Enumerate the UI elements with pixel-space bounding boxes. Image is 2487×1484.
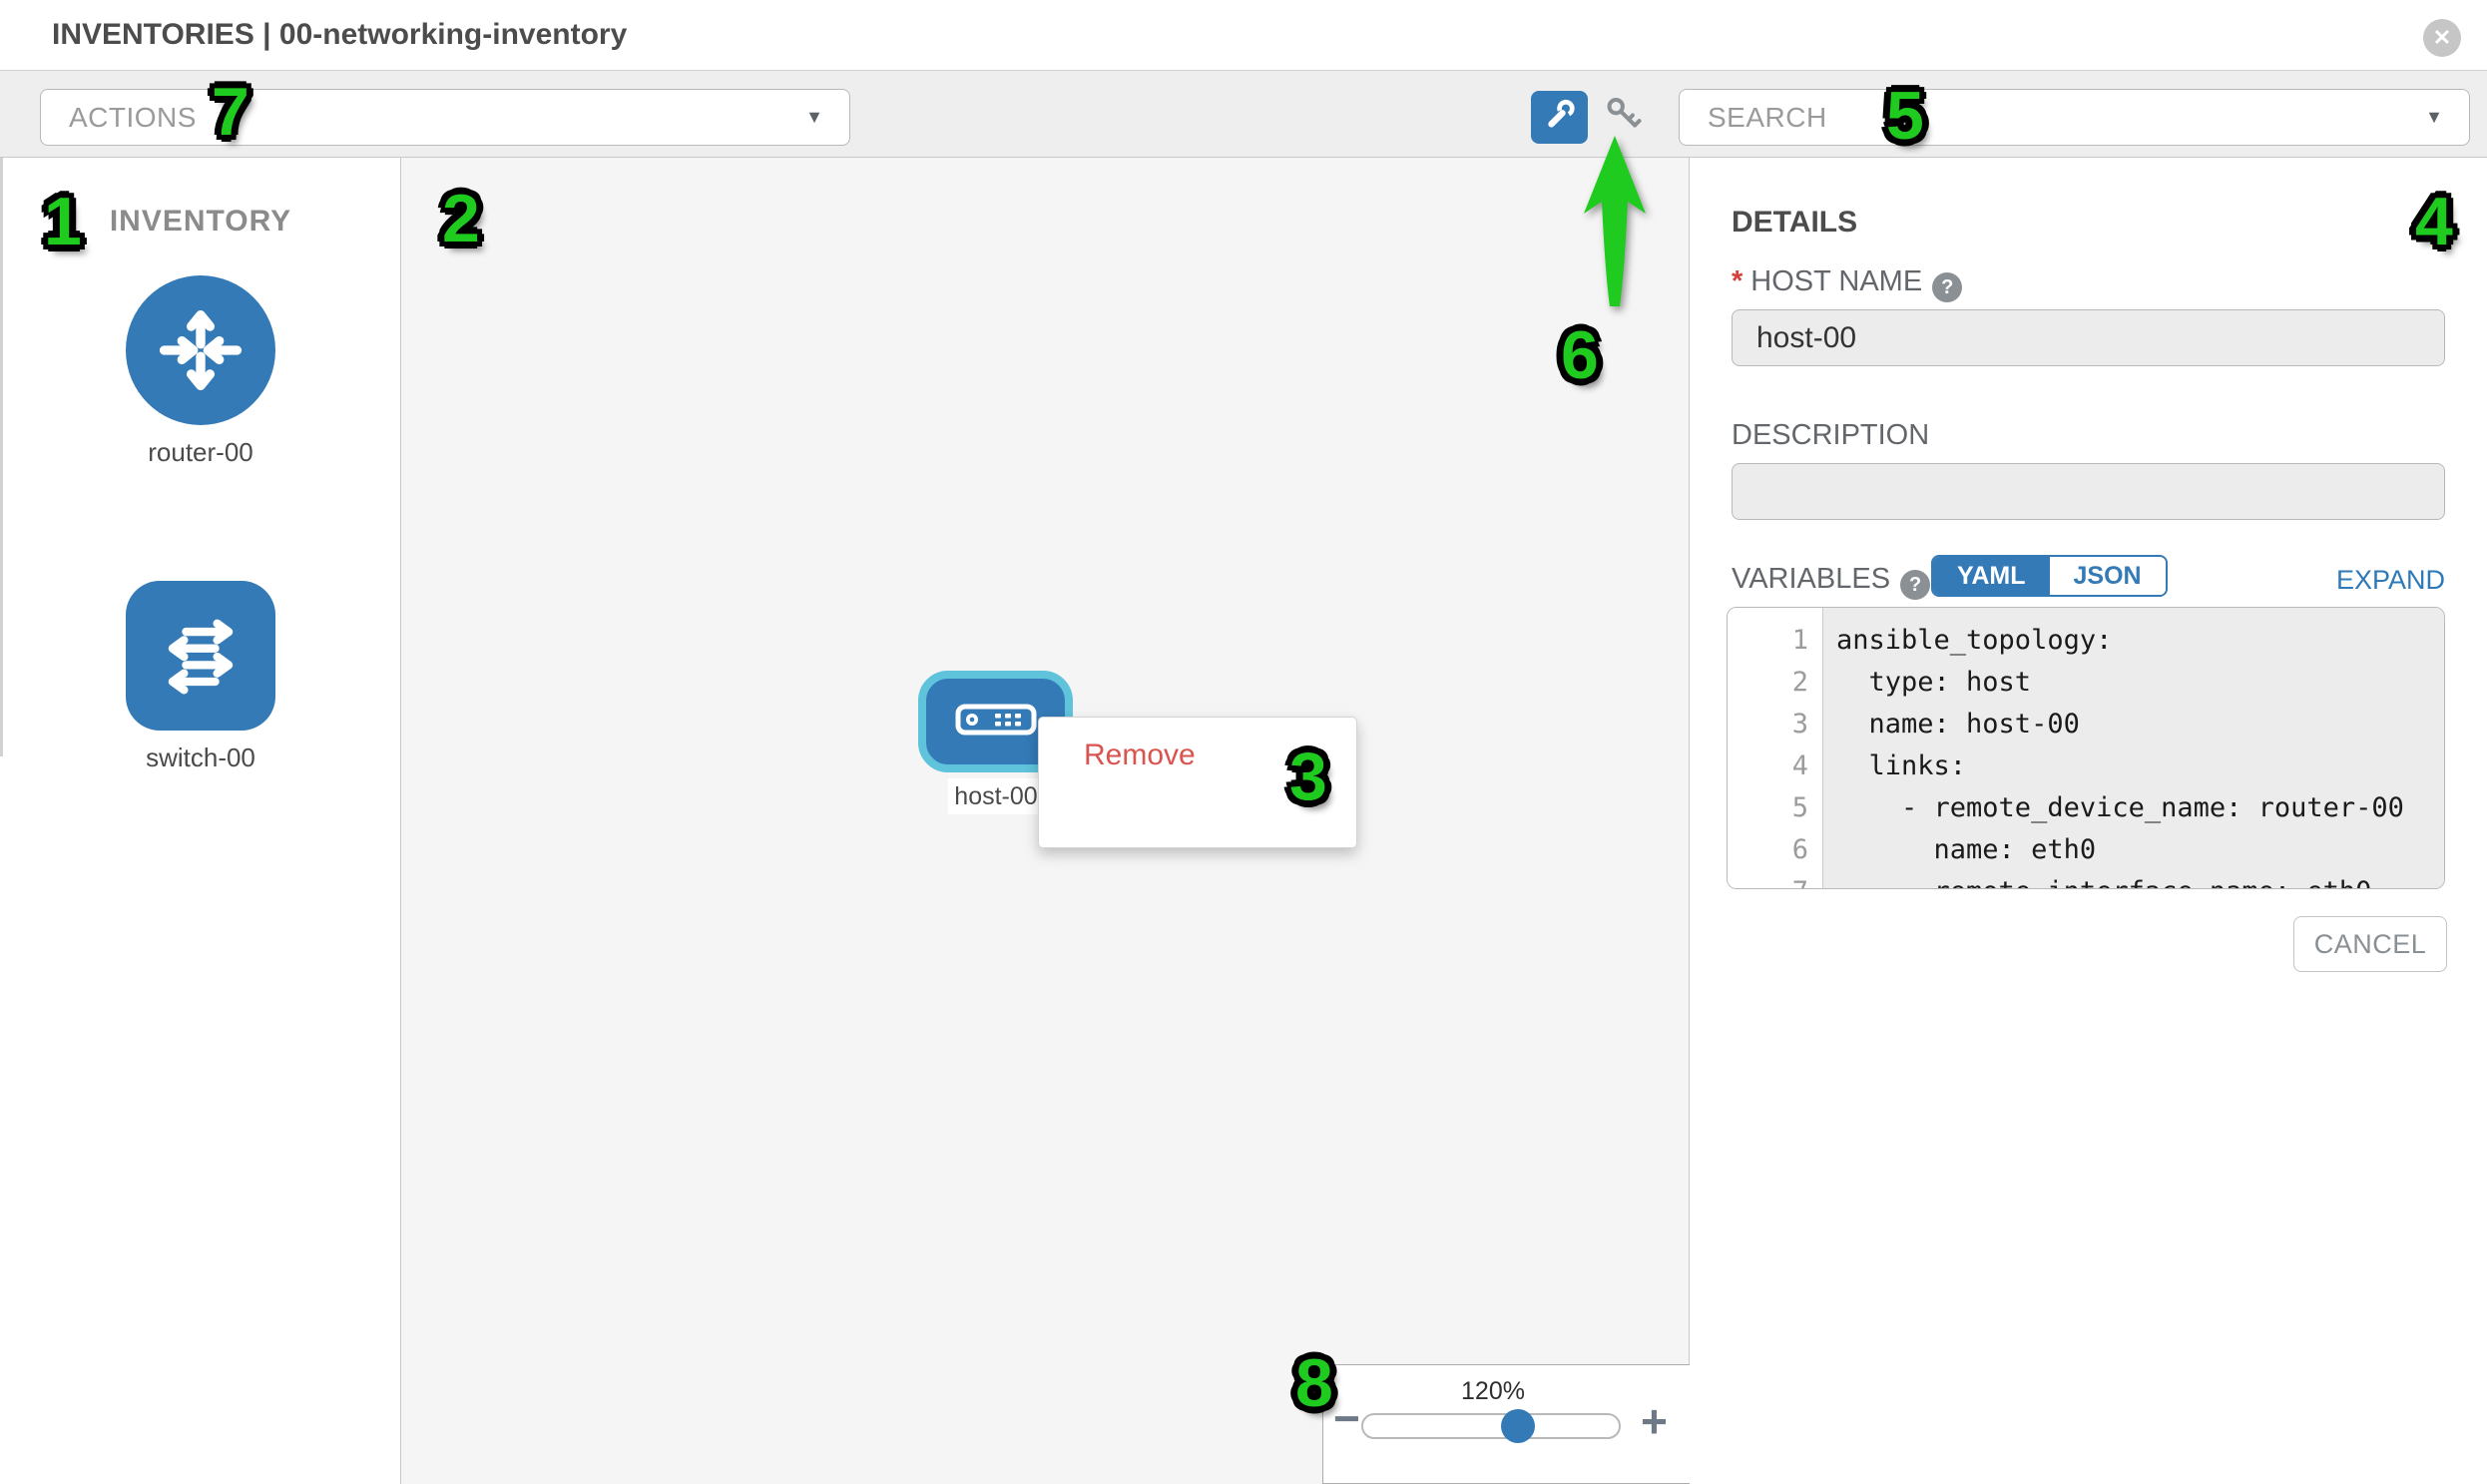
palette-item-switch[interactable]: switch-00 — [0, 581, 401, 773]
annotation-number-8: 8 — [1295, 1349, 1333, 1417]
code-line: name: host-00 — [1836, 704, 2444, 745]
code-line-number: 2 — [1728, 662, 1808, 704]
zoom-slider-track[interactable] — [1361, 1413, 1621, 1439]
search-dropdown[interactable]: SEARCH ▼ — [1679, 89, 2470, 146]
toggle-json[interactable]: JSON — [2050, 557, 2166, 595]
chevron-down-icon: ▼ — [2425, 107, 2443, 128]
details-panel: DETAILS *HOST NAME? DESCRIPTION VARIABLE… — [1691, 158, 2487, 1484]
code-line: remote_interface_name: eth0 — [1836, 871, 2444, 889]
actions-dropdown[interactable]: ACTIONS ▼ — [40, 89, 850, 146]
annotation-number-3: 3 — [1289, 742, 1327, 810]
zoom-control-panel: 120% − + — [1322, 1364, 1690, 1484]
palette-item-router[interactable]: router-00 — [0, 275, 401, 468]
annotation-number-5: 5 — [1886, 82, 1924, 150]
palette-item-label: router-00 — [0, 437, 401, 468]
annotation-number-1: 1 — [44, 188, 82, 255]
description-input[interactable] — [1732, 463, 2445, 520]
host-icon — [955, 704, 1037, 741]
switch-icon — [126, 581, 275, 731]
variables-format-toggle: YAML JSON — [1931, 555, 2168, 597]
description-label: DESCRIPTION — [1732, 419, 1929, 452]
key-button[interactable] — [1604, 97, 1644, 137]
cancel-button[interactable]: CANCEL — [2293, 916, 2447, 972]
required-marker: * — [1732, 265, 1742, 297]
variables-label: VARIABLES? — [1732, 563, 1930, 600]
code-line-numbers: 1234567 — [1728, 608, 1823, 888]
code-line: type: host — [1836, 662, 2444, 704]
host-node-label: host-00 — [948, 778, 1044, 814]
chevron-down-icon: ▼ — [805, 107, 823, 128]
zoom-out-button[interactable]: − — [1333, 1395, 1360, 1441]
code-line-number: 7 — [1728, 871, 1808, 889]
inventory-topology-app: INVENTORIES | 00-networking-inventory ✕ … — [0, 0, 2487, 1484]
expand-link[interactable]: EXPAND — [2295, 565, 2445, 596]
toolbar: ACTIONS ▼ SEARCH ▼ — [0, 70, 2487, 158]
header-bar: INVENTORIES | 00-networking-inventory ✕ — [0, 0, 2487, 70]
annotation-number-2: 2 — [442, 185, 480, 252]
search-dropdown-label: SEARCH — [1708, 102, 1827, 134]
annotation-number-6: 6 — [1561, 321, 1599, 389]
annotation-number-7: 7 — [212, 78, 249, 146]
inventory-palette: INVENTORY router-00 — [0, 158, 401, 1484]
zoom-level-value: 120% — [1443, 1377, 1543, 1406]
help-icon[interactable]: ? — [1900, 570, 1930, 600]
code-line-number: 1 — [1728, 620, 1808, 662]
annotation-arrow-up-icon — [1572, 132, 1658, 316]
page-title: INVENTORIES | 00-networking-inventory — [52, 18, 627, 52]
actions-dropdown-label: ACTIONS — [69, 102, 197, 134]
host-name-input[interactable] — [1732, 309, 2445, 366]
zoom-in-button[interactable]: + — [1641, 1398, 1668, 1444]
code-line-number: 4 — [1728, 745, 1808, 787]
code-line: name: eth0 — [1836, 829, 2444, 871]
code-line: - remote_device_name: router-00 — [1836, 787, 2444, 829]
help-icon[interactable]: ? — [1932, 272, 1962, 302]
code-line-number: 6 — [1728, 829, 1808, 871]
details-panel-title: DETAILS — [1732, 206, 1857, 240]
code-content[interactable]: ansible_topology: type: host name: host-… — [1823, 608, 2444, 888]
toggle-yaml[interactable]: YAML — [1933, 557, 2050, 595]
annotation-number-4: 4 — [2415, 188, 2453, 255]
code-line: ansible_topology: — [1836, 620, 2444, 662]
code-line-number: 3 — [1728, 704, 1808, 745]
code-line-number: 5 — [1728, 787, 1808, 829]
zoom-slider-thumb[interactable] — [1501, 1409, 1535, 1443]
variables-code-editor[interactable]: 1234567 ansible_topology: type: host nam… — [1727, 607, 2445, 889]
close-icon[interactable]: ✕ — [2423, 19, 2461, 57]
router-icon — [126, 275, 275, 425]
code-line: links: — [1836, 745, 2444, 787]
palette-item-label: switch-00 — [0, 742, 401, 773]
host-name-label: *HOST NAME? — [1732, 265, 1962, 302]
